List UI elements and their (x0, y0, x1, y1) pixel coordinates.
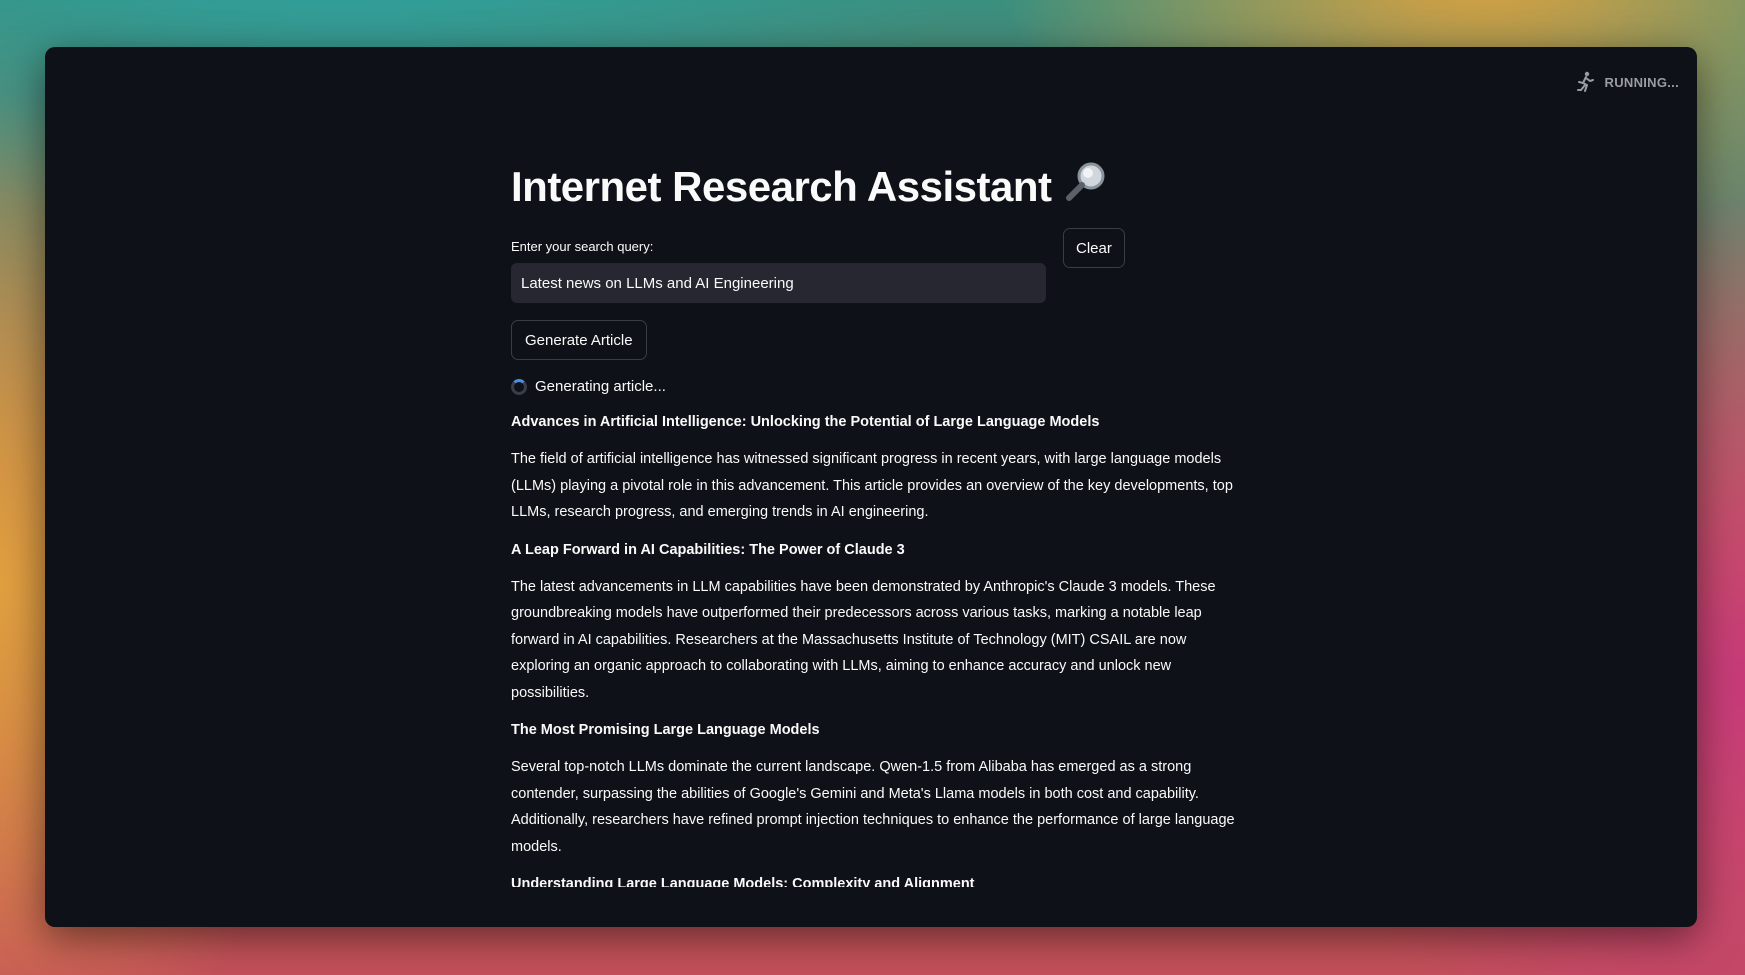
status-label: RUNNING... (1604, 74, 1679, 90)
search-input[interactable] (511, 263, 1046, 303)
progress-text: Generating article... (535, 378, 666, 395)
article-heading: Advances in Artificial Intelligence: Unl… (511, 414, 1100, 430)
article-heading: A Leap Forward in AI Capabilities: The P… (511, 541, 905, 558)
spinner-icon (511, 378, 527, 395)
main-content: Internet Research Assistant Enter your s… (511, 157, 1241, 900)
search-label: Enter your search query: (511, 239, 654, 254)
generate-article-button[interactable]: Generate Article (511, 320, 647, 360)
progress-indicator: Generating article... (511, 378, 1241, 395)
article-heading: The Most Promising Large Language Models (511, 722, 820, 738)
generated-article: Advances in Artificial Intelligence: Unl… (511, 411, 1241, 887)
app-window: RUNNING... Internet Research Assistant E… (45, 47, 1697, 927)
article-paragraph: The field of artificial intelligence has… (511, 451, 1233, 520)
article-paragraph: Several top-notch LLMs dominate the curr… (511, 759, 1235, 855)
article-heading-partial: Understanding Large Language Models: Com… (511, 876, 975, 887)
search-row: Clear (511, 228, 1241, 303)
article-paragraph: The latest advancements in LLM capabilit… (511, 578, 1216, 701)
status-indicator: RUNNING... (1575, 71, 1680, 93)
running-man-icon (1575, 71, 1595, 93)
page-title-text: Internet Research Assistant (511, 163, 1052, 210)
page-title: Internet Research Assistant (511, 157, 1241, 217)
magnifying-glass-icon (1061, 158, 1109, 216)
clear-button[interactable]: Clear (1063, 228, 1125, 268)
